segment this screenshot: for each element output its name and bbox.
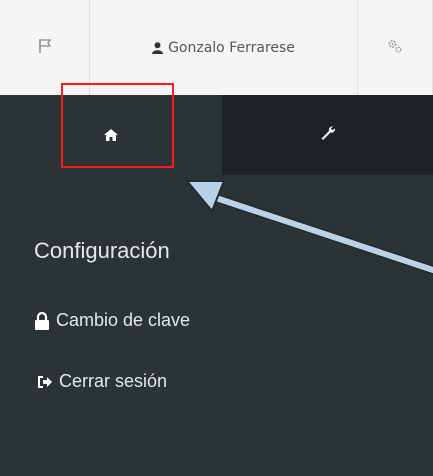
section-title: Configuración bbox=[34, 238, 170, 263]
highlight-box bbox=[61, 83, 174, 168]
flag-icon bbox=[37, 38, 53, 58]
user-menu-button[interactable]: Gonzalo Ferrarese bbox=[90, 0, 358, 95]
change-password-label: Cambio de clave bbox=[56, 310, 191, 330]
top-navbar: Gonzalo Ferrarese bbox=[0, 0, 433, 96]
user-name: Gonzalo Ferrarese bbox=[168, 39, 295, 56]
gears-icon bbox=[387, 38, 403, 58]
settings-button[interactable] bbox=[358, 0, 433, 95]
sign-out-icon bbox=[37, 375, 53, 389]
notifications-button[interactable] bbox=[0, 0, 90, 95]
lock-icon bbox=[34, 311, 50, 330]
tab-tools[interactable] bbox=[222, 95, 433, 175]
logout-label: Cerrar sesión bbox=[59, 371, 168, 391]
sidebar: Configuración Cambio de clave Cerrar ses… bbox=[0, 83, 433, 476]
logout-link[interactable]: Cerrar sesión bbox=[37, 371, 167, 392]
wrench-icon bbox=[320, 125, 336, 145]
user-icon bbox=[152, 41, 164, 54]
change-password-link[interactable]: Cambio de clave bbox=[34, 310, 190, 331]
